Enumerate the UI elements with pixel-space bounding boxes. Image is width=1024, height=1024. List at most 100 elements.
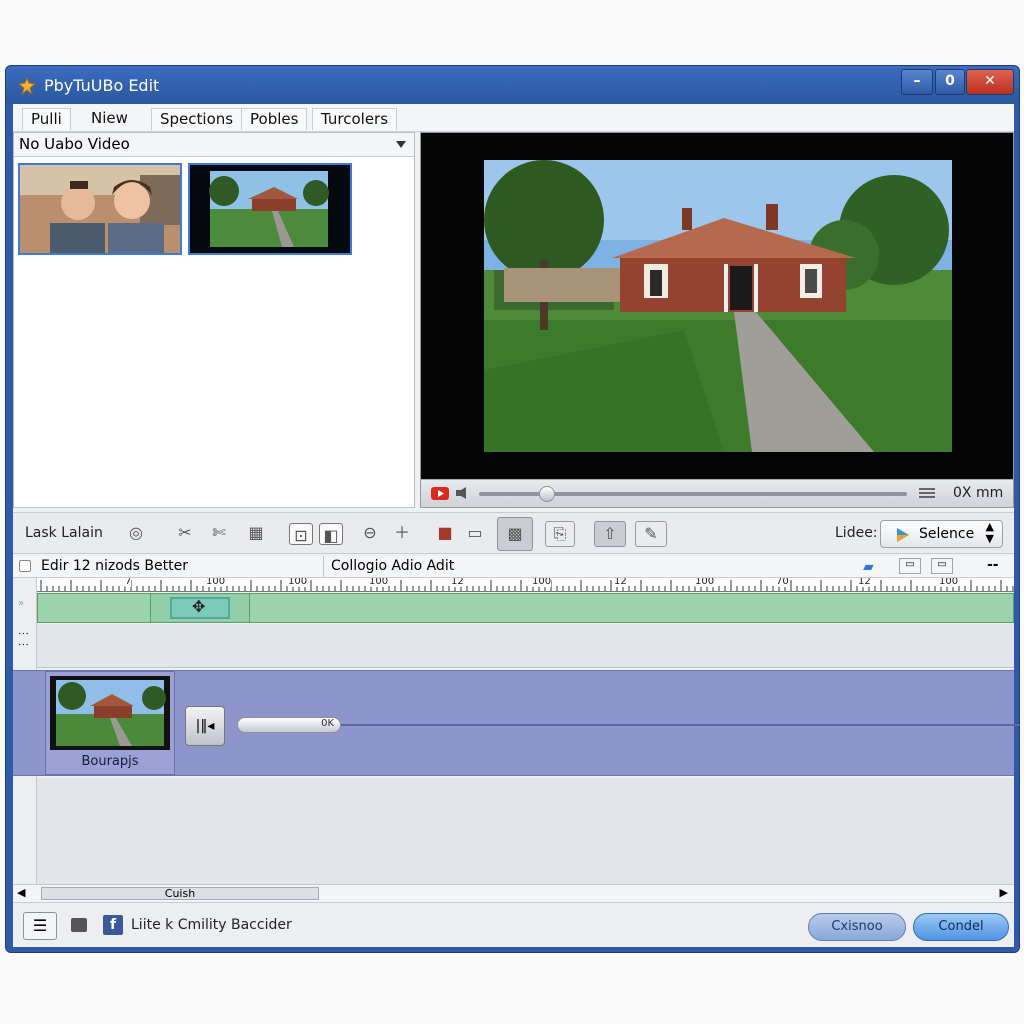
clip-thumbnail <box>50 676 170 750</box>
header-divider <box>323 556 324 578</box>
menu-list-icon[interactable] <box>918 486 936 501</box>
select-value: Selence <box>919 526 975 542</box>
cancel-button[interactable]: Condel <box>913 913 1009 941</box>
library-dropdown-value: No Uabo Video <box>19 135 130 153</box>
time-label: 0X mm <box>953 485 1004 501</box>
ruler-label: 12 <box>451 578 464 587</box>
menu-item-spections[interactable]: Spections <box>151 108 243 130</box>
ruler-label: 100 <box>369 578 389 587</box>
timeline-header: Edir 12 nizods Better Collogio Adio Adit… <box>13 556 1014 578</box>
ruler-label: 12 <box>858 578 871 587</box>
scissors-icon[interactable]: ✄ <box>205 521 233 547</box>
toolbar-label: Lask Lalain <box>25 525 103 541</box>
ruler-label: 100 <box>288 578 308 587</box>
library-dropdown[interactable]: No Uabo Video <box>14 133 414 157</box>
transition-icon[interactable]: ■ <box>431 521 459 547</box>
frame-icon[interactable]: ⊡ <box>289 523 313 545</box>
track-title-2: Collogio Adio Adit <box>331 558 455 574</box>
grid-icon[interactable]: ▦ <box>242 521 270 547</box>
play-store-icon <box>897 528 909 542</box>
seek-handle[interactable] <box>539 486 555 502</box>
cut-icon[interactable]: ✂ <box>171 521 199 547</box>
qr-effect-icon[interactable]: ▩ <box>497 517 533 551</box>
people-thumbnail-image <box>20 165 180 253</box>
scroll-right-icon[interactable]: ▶ <box>1000 886 1008 899</box>
scroll-left-icon[interactable]: ◀ <box>17 886 25 899</box>
marker-icon[interactable]: ◧ <box>319 523 343 545</box>
facebook-icon[interactable]: f <box>103 915 123 935</box>
video-track[interactable]: Bourapjs |‖◂ 0K <box>13 670 1020 776</box>
window-title: PbyTuUBo Edit <box>44 76 160 95</box>
lock-icon[interactable]: ⊖ <box>356 521 384 547</box>
ruler-label: 7 <box>125 578 132 587</box>
pen-icon[interactable]: ✎ <box>635 521 667 547</box>
client-area: Pulli Niew Spections Pobles Turcolers No… <box>13 104 1020 947</box>
app-logo-icon <box>18 77 36 95</box>
menu-item-turcolers[interactable]: Turcolers <box>312 108 398 130</box>
play-icon[interactable] <box>431 487 449 500</box>
spinner-arrows-icon: ▲ ▼ <box>985 520 994 545</box>
time-ruler[interactable]: 710010010012100121007012100100 <box>37 578 1014 592</box>
chevron-down-icon <box>396 141 406 148</box>
add-icon[interactable]: ＋ <box>388 521 416 547</box>
close-button[interactable]: ✕ <box>966 69 1014 95</box>
scroll-thumb[interactable]: Cuish <box>41 887 319 900</box>
volume-label: 0K <box>321 718 334 729</box>
app-window: PbyTuUBo Edit – 0 ✕ Pulli Niew Spections… <box>5 65 1020 953</box>
track-title-1: Edir 12 nizods Better <box>41 558 188 574</box>
copy-icon[interactable]: ▭ <box>461 521 489 547</box>
media-thumbnail-people[interactable] <box>18 163 182 255</box>
media-library-panel: No Uabo Video <box>13 132 415 508</box>
menu-item-pobles[interactable]: Pobles <box>241 108 308 130</box>
ok-button[interactable]: Cxisnoo <box>808 913 906 941</box>
video-clip[interactable]: Bourapjs <box>45 671 175 775</box>
volume-slider[interactable]: 0K <box>237 717 341 733</box>
track-toggle-icon[interactable]: » <box>18 598 24 609</box>
text-tool-icon[interactable]: ⇧ <box>594 521 626 547</box>
ruler-label: 100 <box>695 578 715 587</box>
select-label: Lidee: <box>835 525 878 541</box>
empty-track[interactable] <box>37 778 1014 884</box>
folder-icon[interactable]: ▰ <box>863 559 874 575</box>
clip-label: Bourapjs <box>81 754 139 769</box>
menu-bar: Pulli Niew Spections Pobles Turcolers <box>13 104 1014 132</box>
edit-toolbar: Lask Lalain ◎ ✂ ✄ ▦ ⊡ ◧ ⊖ ＋ ■ ▭ ▩ ⎘ ⇧ ✎ … <box>13 512 1014 554</box>
ruler-label: 100 <box>939 578 959 587</box>
audio-track-icon[interactable]: ⋮⋮ <box>17 628 30 650</box>
menu-item-pulli[interactable]: Pulli <box>22 108 71 130</box>
ruler-label: 70 <box>776 578 789 587</box>
timeline-checkbox[interactable] <box>19 560 31 572</box>
mode-select[interactable]: Selence ▲ ▼ <box>880 520 1003 548</box>
volume-line <box>237 724 1020 726</box>
audio-icon[interactable]: ▭ <box>931 558 953 574</box>
minimize-button[interactable]: – <box>901 69 933 95</box>
horizontal-scrollbar[interactable]: ◀ Cuish ▶ <box>13 884 1014 902</box>
webcam-icon[interactable]: ◎ <box>118 521 154 547</box>
footer-bar: ☰ f Liite k Cmility Baccider Cxisnoo Con… <box>13 902 1014 947</box>
panel-options-icon[interactable]: -- <box>987 557 999 573</box>
split-clip-icon[interactable]: |‖◂ <box>185 706 225 746</box>
clip-thumbnail-image <box>56 680 166 746</box>
move-cursor-icon: ✥ <box>192 597 206 616</box>
audio-track[interactable]: ✥ <box>37 593 1014 623</box>
playback-bar: 0X mm <box>421 479 1013 507</box>
volume-icon[interactable] <box>455 486 471 500</box>
preview-frame-image <box>484 160 952 452</box>
ruler-label: 100 <box>206 578 226 587</box>
export-icon[interactable]: ⎘ <box>545 521 575 547</box>
film-strip-icon[interactable] <box>71 918 87 932</box>
ruler-label: 100 <box>532 578 552 587</box>
ruler-label: 12 <box>614 578 627 587</box>
title-bar[interactable]: PbyTuUBo Edit – 0 ✕ <box>6 66 1019 104</box>
overlay-track[interactable] <box>37 624 1014 668</box>
house-thumbnail-image <box>190 165 350 253</box>
menu-item-niew[interactable]: Niew <box>83 108 136 130</box>
maximize-button[interactable]: 0 <box>935 69 965 95</box>
notes-icon[interactable]: ☰ <box>23 912 57 940</box>
scroll-label: Cuish <box>164 887 196 900</box>
video-preview-panel[interactable]: 0X mm <box>420 132 1014 508</box>
audio-clip[interactable]: ✥ <box>170 597 230 619</box>
media-thumbnail-house[interactable] <box>188 163 352 255</box>
film-icon[interactable]: ▭ <box>899 558 921 574</box>
timeline-panel: Edir 12 nizods Better Collogio Adio Adit… <box>13 556 1020 947</box>
